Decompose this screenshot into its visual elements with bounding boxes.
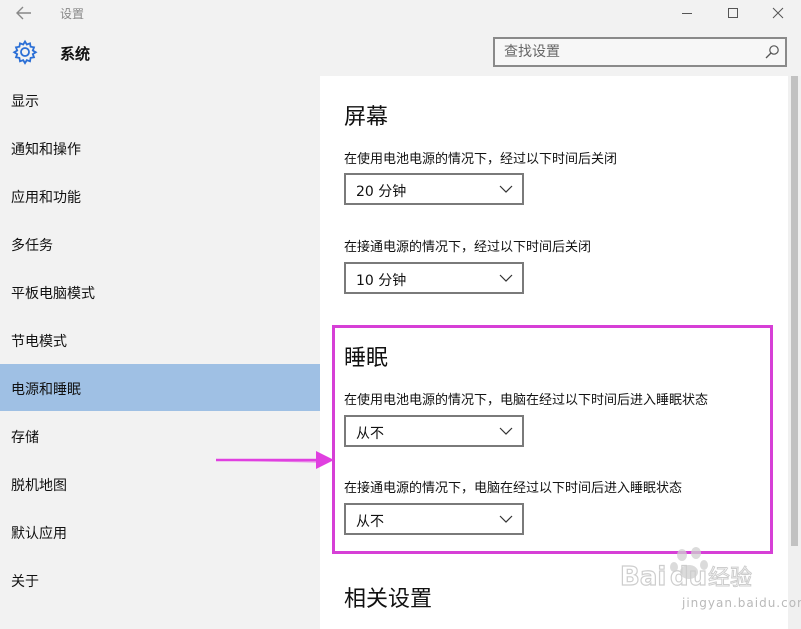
sidebar-item-label: 电源和睡眠 (11, 382, 81, 398)
section-title-screen: 屏幕 (344, 105, 389, 130)
highlight-box (332, 325, 773, 554)
page-title: 系统 (60, 45, 91, 63)
search-icon[interactable] (764, 44, 780, 60)
search-input[interactable] (495, 39, 755, 65)
sidebar-item-label: 多任务 (11, 238, 53, 254)
search-box[interactable] (493, 37, 787, 67)
sidebar-item-label: 显示 (11, 94, 39, 110)
sidebar-item-label: 存储 (11, 430, 39, 446)
window-title: 设置 (60, 7, 85, 21)
sidebar-item-notifications[interactable]: 通知和操作 (0, 124, 320, 171)
sidebar-item-label: 默认应用 (11, 526, 67, 542)
screen-battery-label: 在使用电池电源的情况下，经过以下时间后关闭 (344, 152, 618, 167)
minimize-button[interactable] (664, 0, 710, 26)
screen-battery-dropdown[interactable]: 20 分钟 (344, 173, 524, 205)
chevron-down-icon (499, 274, 513, 282)
dropdown-value: 20 分钟 (356, 184, 407, 200)
scrollbar[interactable] (788, 76, 801, 629)
sidebar-item-label: 脱机地图 (11, 478, 67, 494)
arrow-left-icon (16, 6, 31, 20)
sidebar-item-label: 关于 (11, 574, 39, 590)
close-button[interactable] (755, 0, 801, 26)
sidebar-item-apps[interactable]: 应用和功能 (0, 172, 320, 219)
screen-plugged-dropdown[interactable]: 10 分钟 (344, 262, 524, 294)
sidebar-item-label: 节电模式 (11, 334, 67, 350)
close-icon (772, 7, 784, 19)
sidebar-item-display[interactable]: 显示 (0, 76, 320, 123)
sidebar-item-about[interactable]: 关于 (0, 556, 320, 603)
sidebar-item-battery-saver[interactable]: 节电模式 (0, 316, 320, 363)
gear-icon (12, 39, 38, 65)
sidebar: 显示 通知和操作 应用和功能 多任务 平板电脑模式 节电模式 电源和睡眠 存储 … (0, 76, 320, 629)
sidebar-item-default-apps[interactable]: 默认应用 (0, 508, 320, 555)
screen-plugged-label: 在接通电源的情况下，经过以下时间后关闭 (344, 240, 592, 255)
minimize-icon (682, 13, 692, 14)
section-title-related: 相关设置 (344, 587, 433, 612)
sidebar-item-label: 平板电脑模式 (11, 286, 95, 302)
title-bar: 设置 (0, 0, 801, 28)
sidebar-item-label: 通知和操作 (11, 142, 81, 158)
dropdown-value: 10 分钟 (356, 273, 407, 289)
header: 系统 (0, 28, 801, 76)
watermark-url: jingyan.baidu.com (682, 596, 801, 610)
chevron-down-icon (499, 185, 513, 193)
back-button[interactable] (10, 2, 38, 24)
maximize-icon (728, 8, 738, 18)
maximize-button[interactable] (710, 0, 756, 26)
svg-text:经验: 经验 (708, 566, 752, 591)
arrow-annotation (215, 451, 334, 469)
sidebar-item-multitasking[interactable]: 多任务 (0, 220, 320, 267)
svg-text:du: du (670, 562, 707, 592)
sidebar-item-label: 应用和功能 (11, 190, 81, 206)
svg-text:Bai: Bai (620, 562, 666, 592)
sidebar-item-tablet-mode[interactable]: 平板电脑模式 (0, 268, 320, 315)
scroll-thumb[interactable] (791, 76, 798, 546)
sidebar-item-power-sleep[interactable]: 电源和睡眠 (0, 364, 320, 411)
